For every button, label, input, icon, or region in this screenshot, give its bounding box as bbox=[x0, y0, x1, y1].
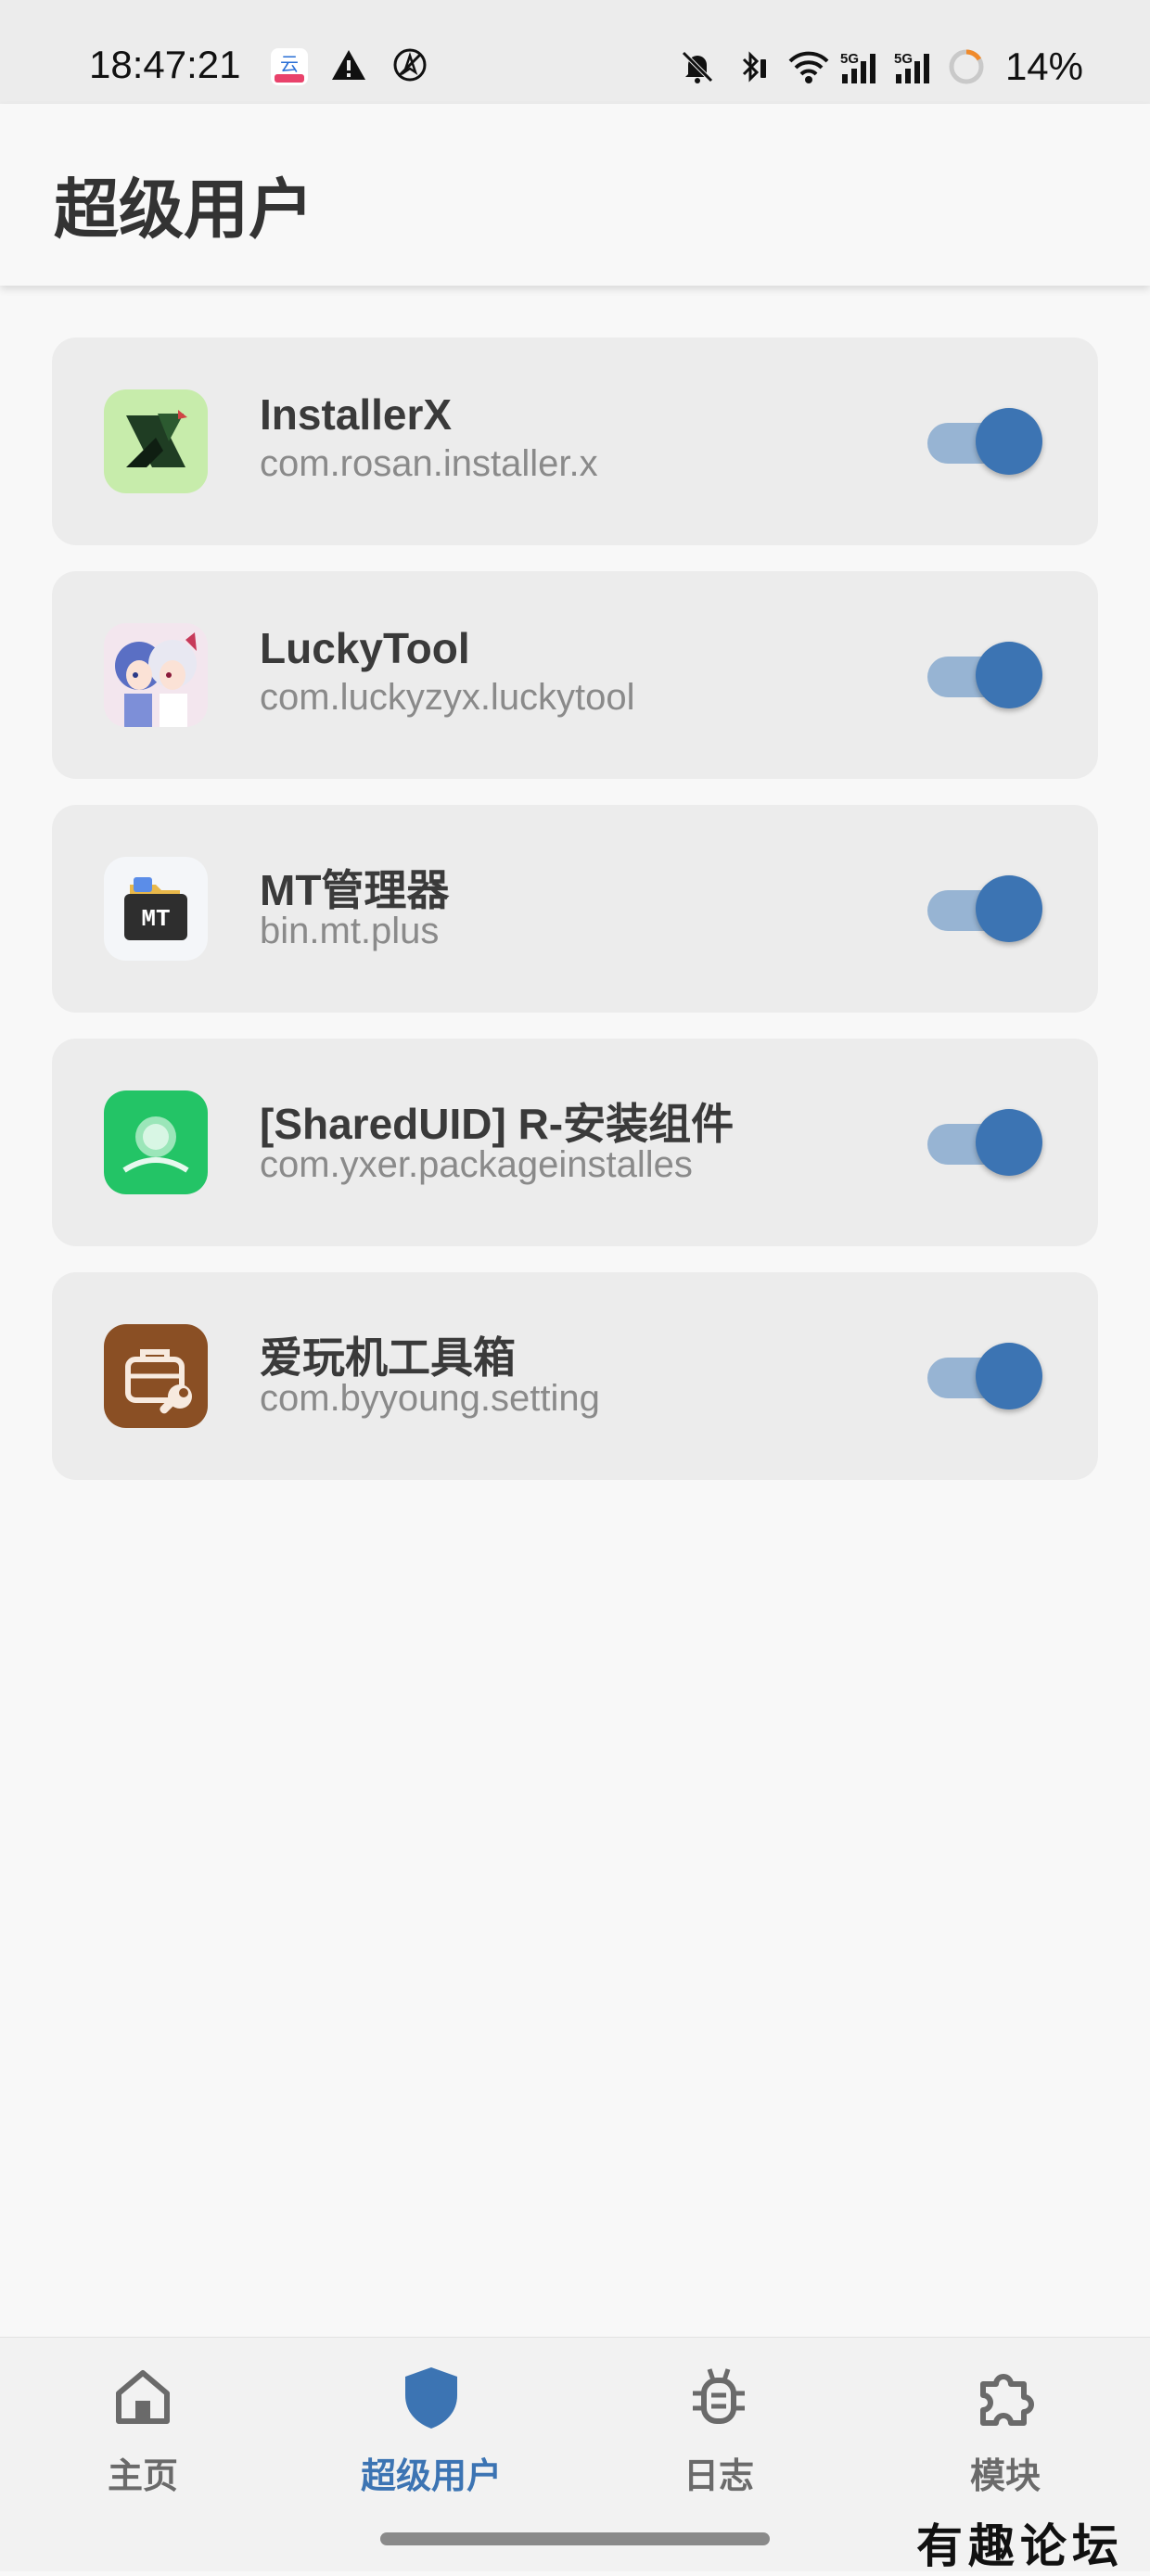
app-package: com.yxer.packageinstalles bbox=[260, 1144, 693, 1185]
mt-manager-icon: MT bbox=[104, 857, 208, 961]
app-name: InstallerX bbox=[260, 390, 453, 439]
page-title: 超级用户 bbox=[54, 173, 313, 246]
bluetooth-icon bbox=[733, 48, 770, 85]
toolbox-icon bbox=[104, 1324, 208, 1428]
app-card-mt-manager[interactable]: MT MT管理器 bin.mt.plus bbox=[52, 805, 1098, 1013]
status-time: 18:47:21 bbox=[89, 43, 241, 86]
app-package: com.rosan.installer.x bbox=[260, 443, 598, 484]
nav-superuser[interactable]: 超级用户 bbox=[348, 2364, 515, 2512]
bug-icon bbox=[693, 2368, 745, 2424]
nav-logs[interactable]: 日志 bbox=[635, 2364, 802, 2512]
top-app-bar: 超级用户 bbox=[0, 104, 1150, 286]
superuser-app-list: InstallerX com.rosan.installer.x LuckyTo… bbox=[52, 338, 1098, 1506]
app-card-luckytool[interactable]: LuckyTool com.luckyzyx.luckytool bbox=[52, 571, 1098, 779]
app-package: com.byyoung.setting bbox=[260, 1378, 600, 1419]
app-name: 爱玩机工具箱 bbox=[260, 1333, 516, 1382]
app-package: bin.mt.plus bbox=[260, 911, 440, 951]
luckytool-icon bbox=[104, 623, 208, 727]
app-package: com.luckyzyx.luckytool bbox=[260, 677, 635, 718]
svg-text:5G: 5G bbox=[894, 51, 913, 67]
location-off-icon bbox=[391, 46, 428, 83]
installerx-icon bbox=[104, 389, 208, 493]
warning-icon bbox=[330, 46, 367, 83]
battery-percent: 14% bbox=[1004, 45, 1083, 88]
nav-home-label: 主页 bbox=[107, 2457, 178, 2496]
package-installer-icon bbox=[104, 1090, 208, 1194]
5g-signal-icon: 5G bbox=[894, 48, 931, 85]
app-name: MT管理器 bbox=[260, 866, 450, 914]
status-right-icons: 5G 5G 14% bbox=[679, 45, 1083, 89]
bell-off-icon bbox=[679, 48, 716, 85]
superuser-toggle[interactable] bbox=[927, 640, 1042, 710]
puzzle-icon bbox=[980, 2374, 1034, 2426]
shield-icon bbox=[405, 2367, 457, 2429]
wifi-icon bbox=[786, 48, 829, 85]
superuser-toggle[interactable] bbox=[927, 1341, 1042, 1411]
battery-ring-icon bbox=[948, 48, 985, 85]
app-card-installerx[interactable]: InstallerX com.rosan.installer.x bbox=[52, 338, 1098, 545]
status-left-icons: 云 bbox=[269, 46, 428, 85]
home-indicator[interactable] bbox=[380, 2532, 770, 2545]
mt-icon-text: MT bbox=[141, 905, 170, 933]
watermark-text: 有趣论坛 bbox=[916, 2519, 1124, 2573]
nav-home[interactable]: 主页 bbox=[59, 2364, 226, 2512]
app-card-toolbox[interactable]: 爱玩机工具箱 com.byyoung.setting bbox=[52, 1272, 1098, 1480]
superuser-toggle[interactable] bbox=[927, 406, 1042, 477]
app-card-package-installer[interactable]: [SharedUID] R-安装组件 com.yxer.packageinsta… bbox=[52, 1039, 1098, 1246]
app-name: [SharedUID] R-安装组件 bbox=[260, 1100, 735, 1148]
home-icon bbox=[116, 2370, 170, 2424]
5g-signal-icon: 5G bbox=[840, 48, 877, 85]
nav-modules[interactable]: 模块 bbox=[922, 2364, 1089, 2512]
nav-logs-label: 日志 bbox=[683, 2457, 754, 2496]
svg-text:云: 云 bbox=[280, 55, 299, 75]
nav-superuser-label: 超级用户 bbox=[360, 2457, 502, 2496]
cloud-app-icon: 云 bbox=[269, 46, 308, 85]
svg-text:5G: 5G bbox=[840, 51, 859, 67]
superuser-toggle[interactable] bbox=[927, 1107, 1042, 1178]
app-name: LuckyTool bbox=[260, 624, 470, 672]
status-bar: 18:47:21 云 5G 5G 14% bbox=[0, 0, 1150, 104]
superuser-toggle[interactable] bbox=[927, 874, 1042, 944]
nav-modules-label: 模块 bbox=[969, 2457, 1041, 2496]
